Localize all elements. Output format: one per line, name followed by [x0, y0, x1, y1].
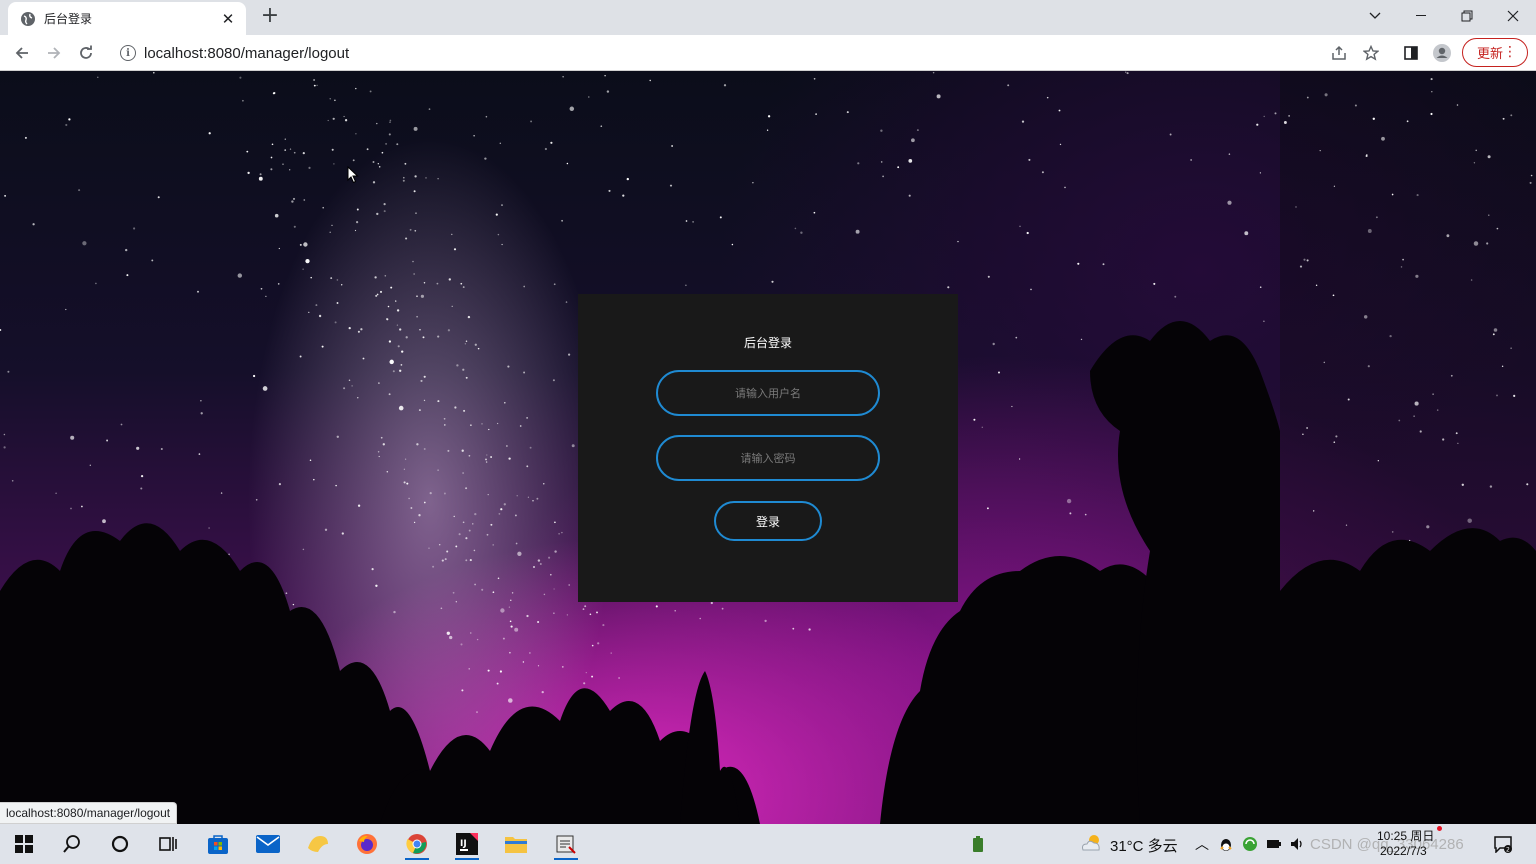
windows-taskbar: IJ 31°C 多云 ︿ CSDN @qq_33064286 10:25 周日 …	[0, 824, 1536, 864]
login-button[interactable]: 登录	[714, 501, 822, 541]
reload-icon	[80, 45, 92, 59]
cortana-button[interactable]	[100, 828, 140, 860]
new-tab-button[interactable]: +	[258, 5, 282, 29]
clock-time[interactable]: 10:25 周日	[1377, 827, 1434, 844]
task-view-icon	[159, 837, 177, 851]
update-label: 更新	[1477, 47, 1504, 62]
sticky-notes-icon	[308, 836, 328, 852]
action-center-icon[interactable]: 2	[1494, 835, 1512, 853]
cortana-icon	[111, 835, 129, 853]
minimize-button[interactable]	[1398, 0, 1444, 32]
svg-text:IJ: IJ	[460, 839, 467, 849]
more-menu-icon[interactable]: ⋮	[1503, 43, 1517, 61]
address-bar[interactable]: i localhost:8080/manager/logout	[110, 38, 1410, 68]
volume-icon[interactable]	[1290, 837, 1306, 851]
store-app[interactable]	[198, 828, 238, 860]
folder-icon	[505, 837, 527, 853]
tab-title: 后台登录	[44, 12, 93, 26]
tab-close-icon[interactable]: ✕	[220, 11, 236, 27]
firefox-app[interactable]	[347, 828, 387, 860]
side-panel-icon[interactable]	[1401, 43, 1421, 63]
task-view-button[interactable]	[148, 828, 188, 860]
notification-dot	[1437, 826, 1442, 831]
firefox-icon	[357, 834, 377, 854]
bookmark-star-icon[interactable]	[1361, 43, 1381, 63]
mail-icon	[256, 835, 280, 853]
login-title: 后台登录	[743, 336, 792, 350]
tab-search-icon[interactable]	[1352, 0, 1398, 32]
svg-text:2: 2	[1506, 847, 1510, 854]
file-explorer-app[interactable]	[496, 828, 536, 860]
installer-icon	[556, 835, 576, 854]
username-input[interactable]	[656, 370, 880, 416]
update-button[interactable]: 更新 ⋮	[1462, 38, 1528, 67]
browser-tab[interactable]: 后台登录 ✕	[8, 2, 246, 35]
tab-strip: 后台登录 ✕ +	[0, 0, 1536, 35]
forward-button[interactable]	[40, 39, 68, 67]
address-url[interactable]: localhost:8080/manager/logout	[144, 45, 349, 62]
mail-app[interactable]	[248, 828, 288, 860]
link-status-bubble: localhost:8080/manager/logout	[0, 802, 178, 824]
intellij-icon: IJ	[456, 833, 478, 855]
notes-app[interactable]	[298, 828, 338, 860]
reload-button[interactable]	[72, 39, 100, 67]
store-icon	[208, 835, 228, 854]
share-icon[interactable]	[1329, 43, 1349, 63]
search-icon	[63, 835, 80, 853]
browser-toolbar: i localhost:8080/manager/logout 更新 ⋮	[0, 35, 1536, 71]
windows-logo-icon	[15, 835, 33, 853]
restore-button[interactable]	[1444, 0, 1490, 32]
back-button[interactable]	[8, 39, 36, 67]
start-button[interactable]	[4, 828, 44, 860]
intellij-app[interactable]: IJ	[447, 828, 487, 860]
close-window-button[interactable]	[1490, 0, 1536, 32]
sync-icon[interactable]	[1242, 836, 1258, 852]
page-viewport: 后台登录 登录	[0, 71, 1536, 824]
qq-icon[interactable]	[1218, 836, 1234, 852]
clock-date[interactable]: 2022/7/3	[1380, 844, 1427, 858]
power-plug-icon[interactable]	[1266, 838, 1282, 850]
search-button[interactable]	[52, 828, 92, 860]
site-info-icon[interactable]: i	[120, 45, 136, 61]
login-card: 后台登录 登录	[578, 294, 958, 602]
globe-icon	[20, 11, 36, 27]
battery-app[interactable]	[958, 828, 998, 860]
weather-text[interactable]: 31°C 多云	[1110, 835, 1178, 856]
battery-icon	[973, 836, 983, 852]
mouse-cursor-icon	[347, 166, 359, 184]
tray-expand-icon[interactable]: ︿	[1195, 834, 1209, 854]
chrome-icon	[406, 834, 427, 854]
installer-app[interactable]	[546, 828, 586, 860]
weather-cloudy-icon	[1082, 835, 1100, 851]
password-input[interactable]	[656, 435, 880, 481]
forward-arrow-icon	[48, 47, 61, 59]
chrome-app[interactable]	[397, 828, 437, 860]
profile-avatar-icon[interactable]	[1432, 43, 1452, 63]
back-arrow-icon	[15, 47, 28, 59]
